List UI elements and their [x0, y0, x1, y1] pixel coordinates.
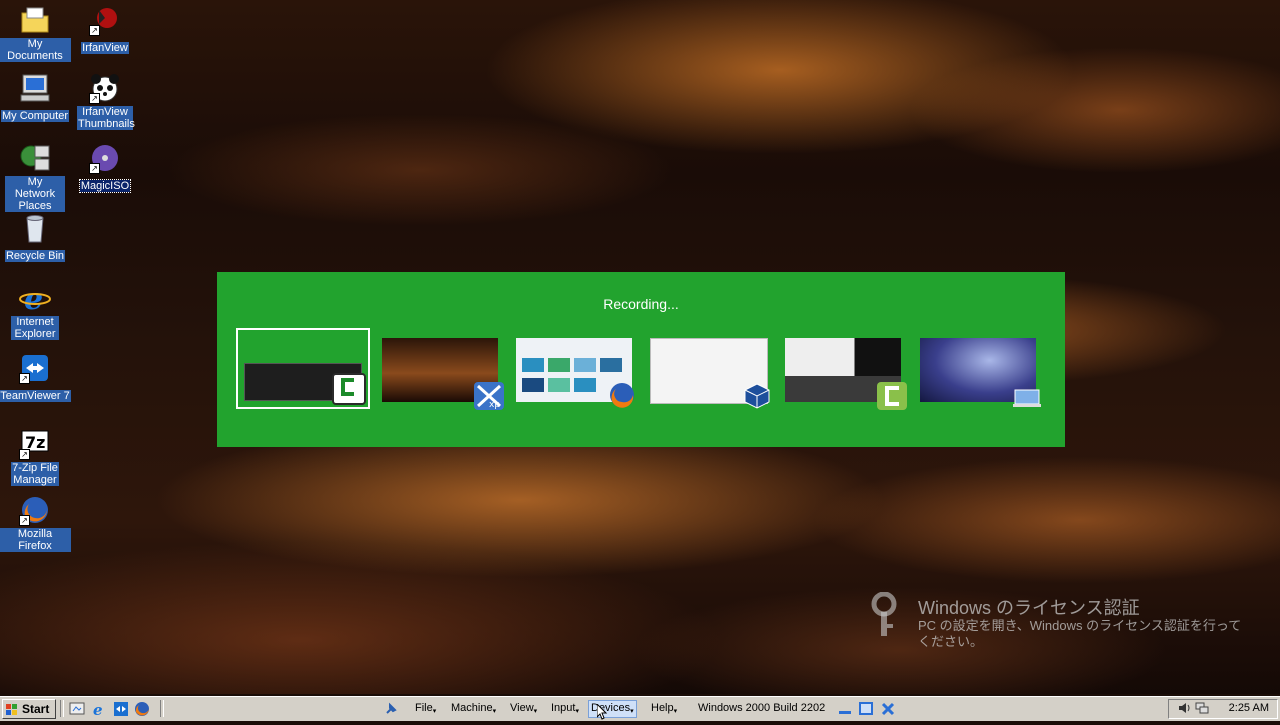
vm-menu-help[interactable]: Help▾: [651, 702, 677, 715]
recycle-bin-icon: [19, 212, 51, 244]
start-label: Start: [22, 702, 50, 716]
camtasia-icon: [332, 373, 366, 405]
windows-xp-icon: xp: [474, 382, 504, 410]
system-tray: 2:25 AM: [1168, 699, 1278, 719]
panda-icon: ↗: [89, 72, 121, 104]
computer-icon: [19, 72, 51, 104]
vm-menu-bar: File▾ Machine▾ View▾ Input▾ Devices▾ Hel…: [376, 697, 906, 721]
disc-icon: ↗: [89, 142, 121, 174]
desktop-icon-label: TeamViewer 7: [0, 390, 71, 402]
switcher-thumb-camtasia-1[interactable]: [236, 328, 370, 409]
desktop-icon-my-computer[interactable]: My Computer: [0, 72, 71, 124]
desktop-icon-label: IrfanView: [81, 42, 129, 54]
close-icon[interactable]: [881, 702, 895, 719]
desktop-icon-firefox[interactable]: ↗ Mozilla Firefox: [0, 494, 71, 554]
switcher-title: Recording...: [603, 296, 679, 312]
windows-logo-icon: [6, 703, 18, 715]
vm-title: Windows 2000 Build 2202: [698, 702, 826, 714]
teamviewer-icon[interactable]: [113, 701, 129, 717]
desktop-icon-label: My Documents: [0, 38, 71, 62]
firefox-icon: [607, 381, 637, 409]
minimize-icon[interactable]: [838, 703, 852, 718]
desktop-icon-my-documents[interactable]: My Documents: [0, 4, 71, 64]
volume-icon[interactable]: [1177, 701, 1191, 720]
desktop-icon-label: My Computer: [0, 110, 70, 122]
switcher-thumb-windows-xp[interactable]: xp: [379, 334, 504, 410]
vm-menu-input[interactable]: Input▾: [551, 702, 579, 715]
desktop-icon-internet-explorer[interactable]: e Internet Explorer: [0, 282, 71, 342]
taskbar-divider: [160, 700, 164, 717]
teamviewer-icon: ↗: [19, 352, 51, 384]
svg-text:e: e: [24, 282, 43, 314]
switcher-thumb-remote-desktop[interactable]: [917, 334, 1041, 408]
remote-desktop-icon: [1013, 388, 1041, 408]
start-button[interactable]: Start: [2, 699, 56, 719]
desktop-icon-label: Mozilla Firefox: [0, 528, 71, 552]
activation-message: PC の設定を開き、Windows のライセンス認証を行ってください。: [918, 618, 1242, 649]
network-icon: [19, 142, 51, 174]
desktop-icon-magiciso[interactable]: ↗ MagicISO: [69, 142, 141, 194]
desktop-icon-irfanview[interactable]: ↗ IrfanView: [69, 4, 141, 56]
svg-text:e: e: [93, 701, 103, 717]
desktop-icon-label: 7-Zip File Manager: [11, 462, 59, 486]
vm-menu-file[interactable]: File▾: [415, 702, 436, 715]
7zip-icon: 7z ↗: [19, 428, 51, 460]
ie-icon: e: [19, 282, 51, 317]
desktop-icon-label: IrfanView Thumbnails: [77, 106, 135, 130]
desktop-icon-label: My Network Places: [5, 176, 65, 212]
desktop-icon-teamviewer[interactable]: ↗ TeamViewer 7: [0, 352, 71, 404]
desktop-icon-recycle-bin[interactable]: Recycle Bin: [0, 212, 71, 264]
key-icon: [868, 591, 908, 640]
restore-icon[interactable]: [859, 702, 873, 719]
ie-icon[interactable]: e: [91, 701, 107, 719]
taskbar: Start e File▾ Machine▾ View▾ Input▾ Devi…: [0, 696, 1280, 721]
vm-menu-machine[interactable]: Machine▾: [451, 702, 496, 715]
virtualbox-icon: [742, 382, 772, 410]
irfanview-icon: ↗: [89, 4, 121, 36]
network-tray-icon[interactable]: [1195, 701, 1209, 720]
activation-title: Windows のライセンス認証: [918, 598, 1140, 618]
desktop-icon-irfanview-thumbnails[interactable]: ↗ IrfanView Thumbnails: [69, 72, 141, 132]
switcher-thumb-firefox[interactable]: [513, 334, 637, 409]
desktop-icon-label: Internet Explorer: [11, 316, 59, 340]
taskbar-divider: [60, 700, 64, 717]
switcher-thumb-virtualbox[interactable]: [647, 334, 770, 409]
clock: 2:25 AM: [1228, 702, 1269, 714]
switcher-thumb-camtasia-2[interactable]: [782, 334, 907, 410]
camtasia-icon: [877, 382, 907, 410]
desktop-icon-7zip[interactable]: 7z ↗ 7-Zip File Manager: [0, 428, 71, 488]
svg-text:xp: xp: [489, 400, 500, 410]
firefox-icon[interactable]: [134, 701, 150, 717]
show-desktop-icon[interactable]: [69, 701, 85, 717]
desktop-icon-label: Recycle Bin: [4, 250, 66, 262]
folder-documents-icon: [19, 4, 51, 36]
vm-menu-devices[interactable]: Devices▾: [588, 700, 637, 718]
task-switcher-overlay: Recording... xp: [217, 272, 1065, 447]
desktop-icon-my-network-places[interactable]: My Network Places: [0, 142, 71, 214]
vm-pin-icon[interactable]: [384, 702, 398, 719]
firefox-icon: ↗: [19, 494, 51, 526]
mouse-cursor-icon: [596, 702, 609, 725]
vm-menu-view[interactable]: View▾: [510, 702, 537, 715]
desktop-icon-label: MagicISO: [78, 179, 132, 193]
